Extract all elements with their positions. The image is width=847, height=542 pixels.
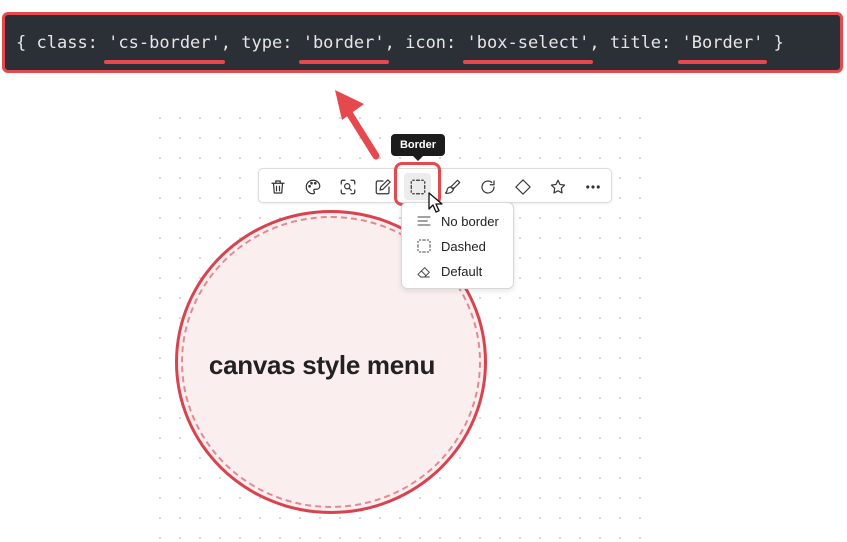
- more-icon: [585, 184, 600, 189]
- menu-item-dashed[interactable]: Dashed: [402, 234, 513, 258]
- underline-mark: [298, 59, 389, 64]
- menu-item-default[interactable]: Default: [402, 259, 513, 283]
- underline-mark: [677, 59, 768, 64]
- code-value-class: 'cs-border': [104, 33, 225, 64]
- border-tooltip: Border: [391, 134, 445, 161]
- mouse-cursor-icon: [428, 192, 443, 213]
- brush-icon: [444, 179, 460, 194]
- trash-icon: [270, 179, 285, 194]
- code-separator: ,: [384, 32, 395, 53]
- menu-item-label: Default: [441, 263, 483, 279]
- code-close-brace: }: [773, 32, 784, 53]
- annotation-arrow-icon: [335, 90, 380, 160]
- zoom-to-selection-icon: [340, 179, 355, 194]
- menu-item-no-border[interactable]: No border: [402, 209, 513, 233]
- code-key-type: type:: [241, 32, 293, 53]
- edit-icon: [375, 178, 391, 194]
- palette-icon: [305, 179, 320, 194]
- code-open-brace: {: [16, 32, 27, 53]
- code-separator: ,: [220, 32, 232, 53]
- code-separator: ,: [589, 32, 600, 53]
- border-menu: No border Dashed Default: [401, 202, 514, 289]
- code-value-icon: 'box-select': [462, 33, 594, 64]
- favorite-button[interactable]: [544, 173, 571, 200]
- underline-mark: [104, 59, 225, 64]
- code-value-title: 'Border': [677, 33, 768, 64]
- code-key-class: class:: [36, 32, 98, 53]
- code-key-icon: icon:: [405, 32, 457, 53]
- box-select-icon: [417, 239, 431, 253]
- lines-icon: [417, 216, 431, 226]
- code-value-type: 'border': [298, 33, 389, 64]
- zoom-to-selection-button[interactable]: [334, 173, 361, 200]
- menu-item-label: Dashed: [441, 238, 486, 254]
- menu-item-label: No border: [441, 213, 499, 229]
- delete-button[interactable]: [264, 173, 291, 200]
- underline-mark: [462, 59, 594, 64]
- color-button[interactable]: [299, 173, 326, 200]
- more-button[interactable]: [579, 173, 606, 200]
- code-key-title: title:: [609, 32, 672, 53]
- eraser-icon: [417, 267, 430, 278]
- rotate-icon: [480, 179, 495, 194]
- star-icon: [550, 179, 565, 194]
- rotate-button[interactable]: [474, 173, 501, 200]
- canvas-node-label: canvas style menu: [208, 350, 436, 380]
- diamond-icon: [514, 178, 531, 195]
- code-snippet-bar: { class: 'cs-border', type: 'border', ic…: [2, 12, 843, 73]
- shape-button[interactable]: [509, 173, 536, 200]
- edit-button[interactable]: [369, 173, 396, 200]
